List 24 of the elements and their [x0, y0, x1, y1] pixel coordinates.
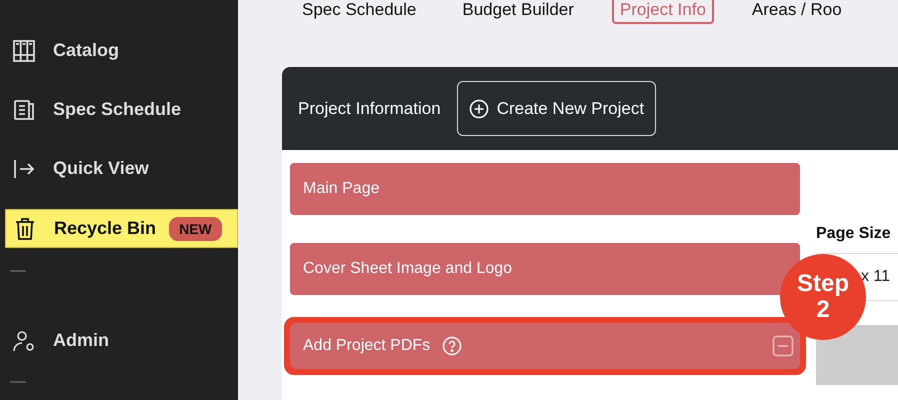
accordion-header[interactable]: Add Project PDFs: [290, 323, 800, 369]
section-title: Add Project PDFs: [303, 337, 430, 355]
help-icon[interactable]: [442, 336, 462, 356]
sidebar-item[interactable]: Recycle Bin NEW: [5, 209, 238, 248]
accordion-header[interactable]: Main Page: [290, 163, 800, 215]
collapse-icon[interactable]: [772, 335, 794, 357]
tab[interactable]: Budget Builder: [454, 0, 582, 20]
section-title: Cover Sheet Image and Logo: [303, 260, 512, 278]
grid-icon: [12, 38, 36, 62]
tab[interactable]: Spec Schedule: [294, 0, 424, 20]
user-settings-icon: [12, 328, 36, 352]
card-title: Project Information: [298, 98, 441, 118]
tab[interactable]: Areas / Roo: [744, 0, 850, 20]
sidebar-item[interactable]: Quick View: [5, 150, 238, 187]
document-icon: [12, 98, 36, 122]
sidebar-item[interactable]: Spec Schedule: [5, 91, 238, 128]
trash-icon: [13, 216, 37, 240]
sidebar-item[interactable]: Admin: [5, 322, 238, 359]
new-badge: NEW: [169, 216, 222, 240]
sidebar-item[interactable]: Catalog: [5, 32, 238, 69]
field-label: Page Size: [816, 225, 892, 243]
section-title: Main Page: [303, 180, 380, 198]
plus-circle-icon: [468, 98, 489, 118]
create-project-button[interactable]: Create New Project: [456, 81, 656, 136]
